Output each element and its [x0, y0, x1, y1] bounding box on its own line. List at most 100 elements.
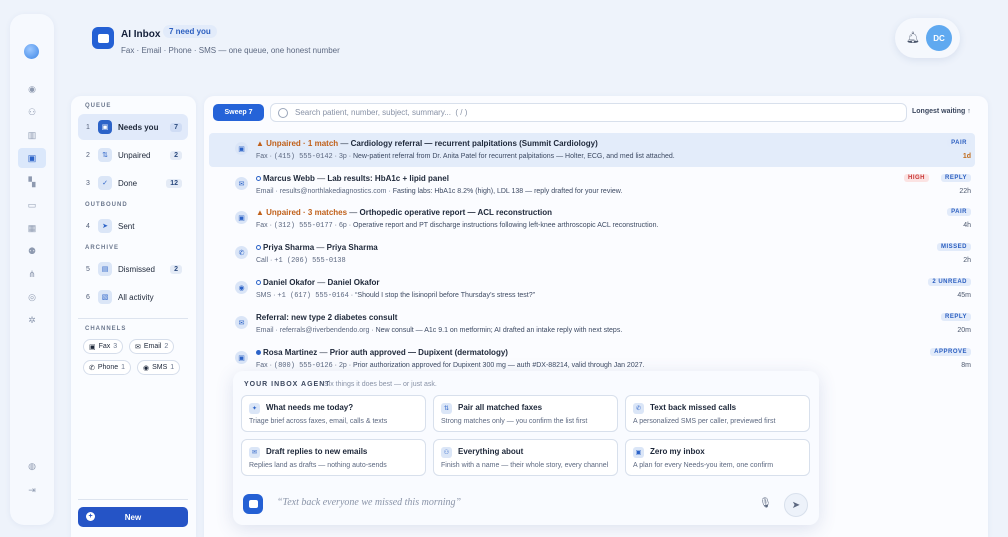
row-snippet: New consult — A1c 9.1 on metformin; AI d…	[375, 327, 623, 334]
row-snippet: Fasting labs: HbA1c 8.2% (high), LDL 138…	[392, 188, 623, 195]
channel-chip-sms[interactable]: ◉ SMS 1	[137, 360, 181, 375]
list-item[interactable]: ✉ Marcus Webb — Lab results: HbA1c + lip…	[209, 168, 975, 202]
send-button[interactable]: ➤	[784, 493, 808, 517]
search-input[interactable]	[295, 108, 906, 117]
share-icon[interactable]: ⋔	[24, 266, 40, 282]
action-badge[interactable]: 2 UNREAD	[928, 278, 971, 286]
send-icon: ➤	[98, 219, 112, 233]
queue-dismissed[interactable]: 5 ▤ Dismissed 2	[78, 256, 188, 282]
chip-label: Phone	[97, 364, 119, 371]
queue-label: Done	[118, 178, 138, 188]
row-meta: Email · results@northlakediagnostics.com…	[256, 188, 623, 195]
queue-done[interactable]: 3 ✓ Done 12	[78, 170, 188, 196]
queue-num: 1	[86, 123, 90, 131]
row-contact: +1 (206) 555-0138	[274, 257, 346, 265]
settings-icon[interactable]: ✲	[24, 312, 40, 328]
queue-sent[interactable]: 4 ➤ Sent	[78, 213, 188, 239]
email-icon: ✉	[135, 343, 141, 351]
channel-chip-phone[interactable]: ✆ Phone 1	[83, 360, 132, 375]
row-age: 8m	[961, 362, 971, 369]
avatar[interactable]: DC	[926, 25, 952, 51]
profile-icon[interactable]: ◍	[24, 458, 40, 474]
row-subject: Prior auth approved — Dupixent (dermatol…	[329, 348, 508, 357]
row-meta: Fax · (800) 555-0126 · 2p · Prior author…	[256, 362, 645, 370]
queue-section-label: QUEUE	[85, 103, 112, 109]
team-icon[interactable]: ⚉	[24, 243, 40, 259]
sweep-button[interactable]: Sweep 7	[213, 104, 264, 121]
row-pages: 2p	[338, 362, 347, 369]
calendar-icon[interactable]: ▦	[24, 220, 40, 236]
list-item[interactable]: ✉ Referral: new type 2 diabetes consult …	[209, 307, 975, 341]
channel-chip-email[interactable]: ✉ Email 2	[129, 339, 175, 354]
new-button-label: New	[124, 512, 142, 522]
queue-count: 2	[170, 264, 182, 274]
chip-count: 1	[170, 364, 175, 371]
sort-dropdown[interactable]: Longest waiting ↑	[912, 108, 971, 115]
phone-icon: ✆	[89, 364, 95, 372]
list-item[interactable]: ✆ Priya Sharma — Priya Sharma Call · +1 …	[209, 237, 975, 271]
check-icon: ✓	[98, 176, 112, 190]
sparkle-icon: ✦	[249, 403, 260, 414]
row-sep: —	[340, 139, 349, 148]
globe-icon[interactable]: ◎	[24, 289, 40, 305]
plus-icon: +	[86, 512, 95, 521]
agent-suggestion-card[interactable]: ⚇ Everything about Finish with a name — …	[433, 439, 618, 476]
warning-icon: ▲	[256, 139, 267, 148]
new-button[interactable]: + New	[78, 507, 188, 527]
logout-icon[interactable]: ⇥	[24, 482, 40, 498]
channel-chip-fax[interactable]: ▣ Fax 3	[83, 339, 124, 354]
card-title: Pair all matched faxes	[458, 403, 543, 412]
queue-count: 2	[170, 150, 182, 160]
nav-rail: ◉ ⚇ ▥ ▣ ▚ ▭ ▦ ⚉ ⋔ ◎ ✲ ◍ ⇥	[10, 14, 54, 525]
action-badge[interactable]: PAIR	[947, 139, 971, 147]
action-badge[interactable]: MISSED	[936, 243, 971, 251]
card-title: Everything about	[458, 447, 524, 456]
row-contact: referrals@riverbendendo.org	[279, 327, 370, 334]
row-snippet: “Should I stop the lisinopril before Thu…	[355, 292, 535, 299]
agent-suggestion-card[interactable]: ✦ What needs me today? Triage brief acro…	[241, 395, 426, 432]
row-channel: Fax	[256, 362, 268, 369]
action-badge[interactable]: REPLY	[941, 313, 971, 321]
agent-suggestion-card[interactable]: ▣ Zero my inbox A plan for every Needs-y…	[625, 439, 810, 476]
agent-prompt-input[interactable]	[277, 497, 737, 508]
list-item[interactable]: ▣ ▲ Unpaired · 3 matches — Orthopedic op…	[209, 202, 975, 236]
analytics-icon[interactable]: ▥	[24, 127, 40, 143]
home-icon[interactable]: ◉	[24, 81, 40, 97]
archive-icon[interactable]: ▭	[24, 197, 40, 213]
microphone-icon[interactable]: 🎙︎	[759, 498, 772, 510]
row-title: Rosa Martinez — Prior auth approved — Du…	[256, 348, 508, 357]
action-badge[interactable]: REPLY	[941, 174, 971, 182]
needs-you-badge: 7 need you	[163, 25, 217, 38]
action-badge[interactable]: APPROVE	[930, 348, 971, 356]
row-subject: Lab results: HbA1c + lipid panel	[327, 174, 449, 183]
queue-num: 6	[86, 293, 90, 301]
chip-count: 1	[121, 364, 126, 371]
card-title: Text back missed calls	[650, 403, 737, 412]
card-subtitle: Replies land as drafts — nothing auto-se…	[249, 462, 387, 469]
row-age: 4h	[963, 222, 971, 229]
apps-icon[interactable]: ▚	[24, 174, 40, 190]
bell-icon[interactable]: 🔔︎	[906, 31, 920, 44]
inbox-icon[interactable]: ▣	[18, 148, 46, 168]
divider	[78, 499, 188, 500]
queue-all-activity[interactable]: 6 ▧ All activity	[78, 284, 188, 310]
agent-suggestion-card[interactable]: ⇅ Pair all matched faxes Strong matches …	[433, 395, 618, 432]
agent-suggestion-card[interactable]: ✆ Text back missed calls A personalized …	[625, 395, 810, 432]
row-subject: Cardiology referral — recurrent palpitat…	[350, 139, 598, 148]
card-subtitle: A personalized SMS per caller, previewed…	[633, 418, 776, 425]
action-badge[interactable]: PAIR	[947, 208, 971, 216]
queue-unpaired[interactable]: 2 ⇅ Unpaired 2	[78, 142, 188, 168]
list-item[interactable]: ◉ Daniel Okafor — Daniel Okafor SMS · +1…	[209, 272, 975, 306]
email-icon: ✉	[249, 447, 260, 458]
list-item[interactable]: ▣ ▲ Unpaired · 1 match — Cardiology refe…	[209, 133, 975, 167]
agent-suggestion-card[interactable]: ✉ Draft replies to new emails Replies la…	[241, 439, 426, 476]
search-box	[270, 103, 907, 122]
queue-needs-you[interactable]: 1 ▣ Needs you 7	[78, 114, 188, 140]
contacts-icon[interactable]: ⚇	[24, 104, 40, 120]
card-title: Draft replies to new emails	[266, 447, 368, 456]
row-meta: Fax · (312) 555-0177 · 6p · Operative re…	[256, 222, 659, 230]
sms-icon: ◉	[143, 364, 150, 372]
row-name: Rosa Martinez	[263, 348, 318, 357]
sms-icon: ◉	[235, 281, 248, 294]
row-pages: 3p	[338, 153, 347, 160]
